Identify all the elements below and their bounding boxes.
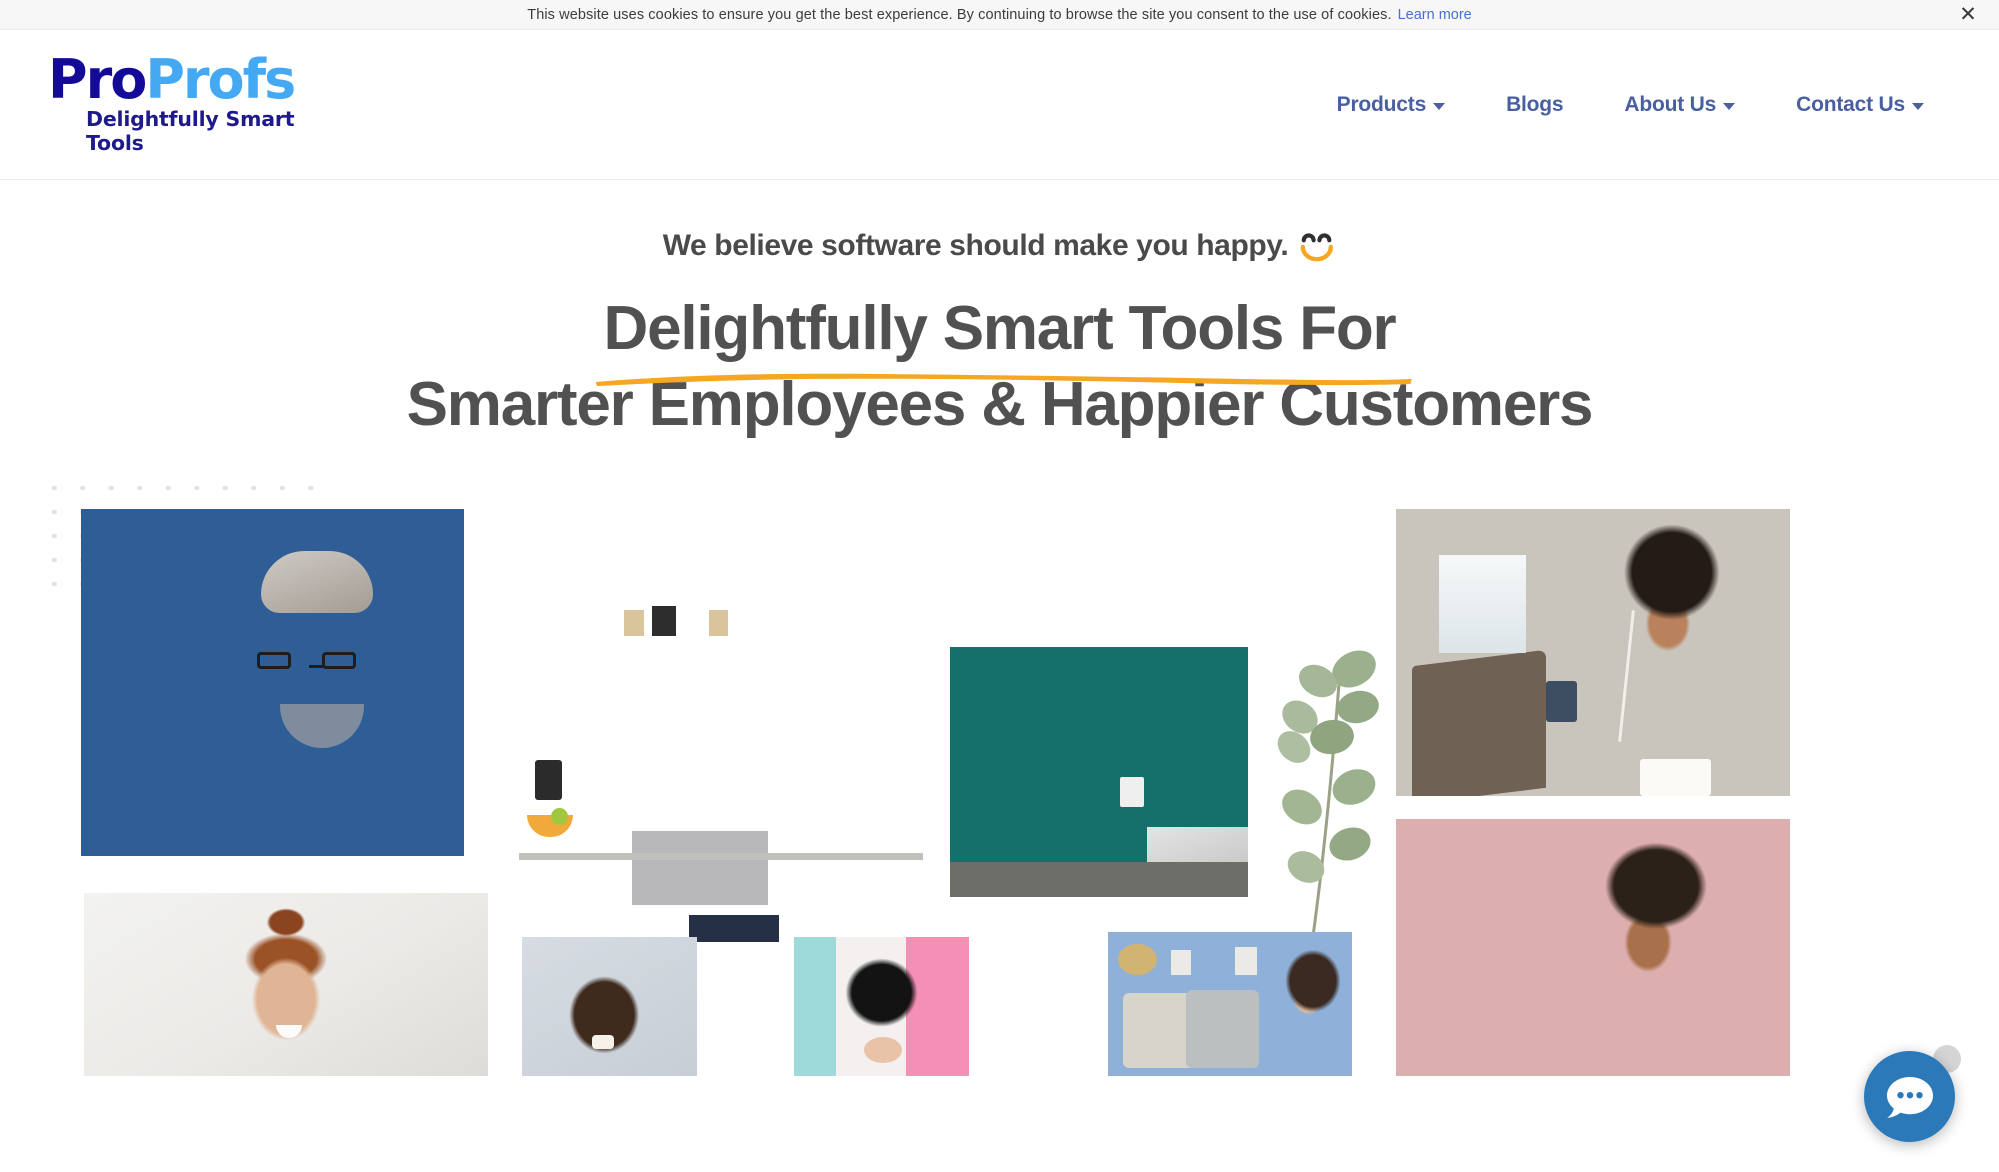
- hero-eyebrow: We believe software should make you happ…: [0, 229, 1999, 263]
- shelf-item-c: [708, 609, 728, 636]
- nav-label-products: Products: [1336, 92, 1427, 116]
- collage-image-man-glasses-blue-sweater: [81, 509, 464, 857]
- coffee-maker: [535, 760, 563, 801]
- headline-line-1-wrap: Delightfully Smart Tools For: [595, 291, 1412, 386]
- nav-item-products[interactable]: Products: [1336, 92, 1446, 117]
- nav-item-blogs[interactable]: Blogs: [1506, 92, 1564, 117]
- chat-widget[interactable]: [1864, 1045, 1961, 1142]
- collage-image-woman-coffee-outdoors: [950, 647, 1248, 898]
- vase-b: [1234, 946, 1257, 976]
- nav-label-about-us: About Us: [1624, 92, 1717, 116]
- coffee-mug: [1640, 758, 1712, 797]
- face: [864, 1037, 902, 1064]
- cookie-consent-bar: This website uses cookies to ensure you …: [0, 0, 1999, 30]
- logo-text-profs: Profs: [145, 47, 296, 111]
- background-person: [1545, 681, 1578, 722]
- glasses-left-lens: [257, 651, 292, 669]
- hero-eyebrow-text: We believe software should make you happ…: [662, 229, 1289, 262]
- cushion-left: [1122, 992, 1196, 1068]
- collage-image-woman-curly-hair-smiling: [1396, 819, 1790, 1077]
- chevron-down-icon: [1912, 102, 1924, 110]
- proprofs-logo[interactable]: ProProfs Delightfully Smart Tools: [48, 52, 328, 156]
- site-header: ProProfs Delightfully Smart Tools Produc…: [0, 30, 1999, 180]
- coffee-cup: [1119, 777, 1144, 808]
- nav-item-about-us[interactable]: About Us: [1624, 92, 1736, 117]
- logo-tagline: Delightfully Smart Tools: [86, 107, 295, 156]
- smiley-face-icon: [1300, 233, 1334, 262]
- chevron-down-icon: [1723, 102, 1736, 110]
- chat-bubble-button[interactable]: [1864, 1051, 1955, 1142]
- glasses-bridge: [309, 665, 324, 669]
- glasses-right-lens: [322, 651, 357, 669]
- cafe-window: [1439, 555, 1526, 653]
- chevron-down-icon: [1433, 102, 1446, 110]
- headline-line-2: Smarter Employees & Happier Customers: [406, 369, 1594, 439]
- chat-bubble-icon: [1886, 1076, 1933, 1118]
- hair-grey: [261, 550, 373, 613]
- vase-a: [1171, 949, 1191, 976]
- collage-image-woman-living-room-denim: [1108, 932, 1352, 1077]
- earphone-cable: [1617, 609, 1635, 742]
- collage-image-woman-headphones-cafe: [1396, 509, 1790, 797]
- logo-text-pro: Pro: [48, 47, 147, 111]
- headline-line-1: Delightfully Smart Tools For: [603, 294, 1397, 363]
- collage-image-woman-red-bun-laughing: [84, 893, 488, 1077]
- wall-mirror: [1117, 943, 1157, 976]
- shelf-item-b: [652, 606, 677, 637]
- outdoor-table: [950, 862, 1248, 898]
- close-icon[interactable]: ✕: [1955, 2, 1981, 28]
- collage-image-man-laptop-kitchen: [519, 599, 923, 943]
- shelf-item-a: [624, 609, 645, 636]
- hero-section: We believe software should make you happ…: [0, 229, 1999, 1077]
- laptop-lid: [1411, 650, 1546, 797]
- logo-wordmark: ProProfs: [48, 52, 296, 106]
- collage-image-man-laughing-portrait: [522, 937, 697, 1077]
- nav-label-contact-us: Contact Us: [1796, 92, 1905, 116]
- page-title: Delightfully Smart Tools For Smarter Emp…: [0, 291, 1999, 442]
- smile-teeth: [592, 1034, 614, 1049]
- main-navigation: Products Blogs About Us Contact Us: [1337, 93, 1924, 117]
- cushion-right: [1186, 989, 1260, 1068]
- nav-item-contact-us[interactable]: Contact Us: [1796, 93, 1924, 117]
- jeans: [688, 914, 779, 943]
- beard: [280, 703, 365, 748]
- hero-image-collage: [0, 464, 1999, 1077]
- collage-image-woman-colorful-backdrop: [794, 937, 969, 1077]
- cookie-learn-more-link[interactable]: Learn more: [1398, 7, 1472, 23]
- cookie-message: This website uses cookies to ensure you …: [527, 6, 1392, 23]
- smile-teeth: [275, 1025, 302, 1038]
- counter-edge: [519, 853, 923, 861]
- nav-label-blogs: Blogs: [1506, 92, 1564, 116]
